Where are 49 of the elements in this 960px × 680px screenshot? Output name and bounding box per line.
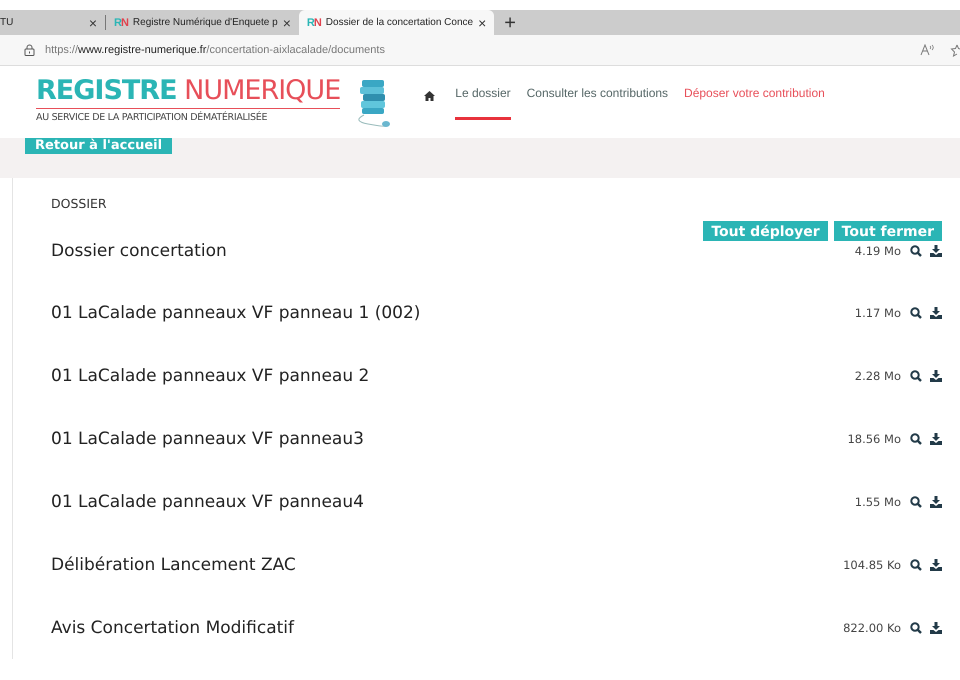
download-icon[interactable] (930, 432, 942, 444)
logo-tagline: AU SERVICE DE LA PARTICIPATION DÉMATÉRIALISÉE (36, 108, 340, 123)
browser-tab[interactable]: TU × (0, 10, 105, 35)
download-icon[interactable] (930, 622, 942, 634)
site-favicon: RN (114, 16, 128, 28)
file-size: 1.17 Mo (854, 306, 901, 320)
file-size: 2.28 Mo (854, 368, 901, 382)
search-icon[interactable] (910, 432, 922, 444)
document-title[interactable]: 01 LaCalade panneaux VF panneau 1 (002) (51, 302, 855, 322)
file-size: 4.19 Mo (854, 244, 901, 258)
download-icon[interactable] (930, 306, 942, 318)
search-icon[interactable] (910, 496, 922, 508)
new-tab-button[interactable]: + (494, 10, 526, 35)
browser-tab[interactable]: RN Registre Numérique d'Enquete p × (106, 10, 299, 35)
logo-text: REGISTRE (36, 75, 177, 106)
download-icon[interactable] (930, 558, 942, 570)
document-title[interactable]: 01 LaCalade panneaux VF panneau 2 (51, 366, 855, 386)
document-title[interactable]: 01 LaCalade panneaux VF panneau3 (51, 428, 848, 448)
close-tab-button[interactable]: × (478, 14, 486, 30)
star-icon[interactable] (950, 44, 960, 56)
search-icon[interactable] (910, 370, 922, 382)
nav-link[interactable]: Déposer votre contribution (684, 86, 825, 120)
download-icon[interactable] (930, 370, 942, 382)
file-size: 1.55 Mo (854, 494, 901, 508)
site-favicon: RN (306, 16, 321, 28)
file-size: 18.56 Mo (847, 432, 901, 446)
download-icon[interactable] (930, 496, 942, 508)
document-title[interactable]: Délibération Lancement ZAC (51, 554, 844, 574)
search-icon[interactable] (910, 306, 922, 318)
address-field[interactable]: https://www.registre-numerique.fr/concertation-aixlacalade/documents (45, 44, 385, 56)
lock-icon[interactable] (24, 44, 35, 56)
search-icon[interactable] (910, 245, 922, 257)
file-size: 104.85 Ko (843, 558, 901, 572)
section-heading: DOSSIER (51, 196, 108, 211)
logo-text: NUMERIQUE (184, 75, 340, 106)
close-tab-button[interactable]: × (88, 14, 97, 30)
read-aloud-icon[interactable] (920, 44, 934, 56)
search-icon[interactable] (910, 622, 922, 634)
document-title[interactable]: Avis Concertation Modificatif (51, 618, 844, 638)
search-icon[interactable] (910, 558, 922, 570)
document-title[interactable]: Dossier concertation (51, 241, 855, 261)
nav-link[interactable]: Le dossier (455, 86, 511, 120)
close-tab-button[interactable]: × (282, 14, 291, 30)
home-icon[interactable] (424, 91, 436, 101)
file-size: 822.00 Ko (843, 620, 901, 634)
nav-link[interactable]: Consulter les contributions (526, 86, 668, 120)
document-title[interactable]: 01 LaCalade panneaux VF panneau4 (51, 492, 855, 512)
browser-tab[interactable]: RN Dossier de la concertation Conce × (298, 10, 494, 35)
download-icon[interactable] (930, 245, 942, 257)
